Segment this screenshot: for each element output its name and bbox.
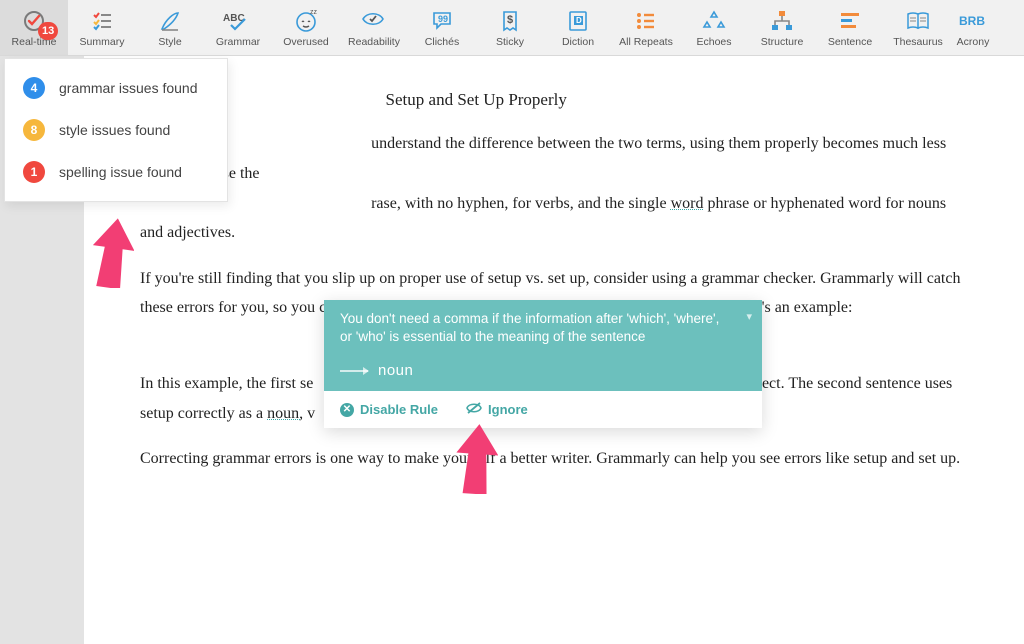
dropdown-item-grammar[interactable]: 4 grammar issues found bbox=[5, 67, 227, 109]
list-icon bbox=[634, 8, 658, 34]
annotation-arrow-icon bbox=[92, 218, 134, 293]
grammar-suggestion-popover: You don't need a comma if the informatio… bbox=[324, 300, 762, 428]
tool-label: Structure bbox=[761, 36, 804, 48]
tool-label: Grammar bbox=[216, 36, 260, 48]
dropdown-item-label: style issues found bbox=[59, 122, 170, 138]
paragraph: Correcting grammar errors is one way to … bbox=[140, 444, 968, 474]
count-badge: 1 bbox=[23, 161, 45, 183]
tool-label: Overused bbox=[283, 36, 329, 48]
tool-sticky[interactable]: $ Sticky bbox=[476, 0, 544, 55]
hierarchy-icon bbox=[770, 8, 794, 34]
paragraph: XXXXXXXXXXXXXXXXXXXXunderstand the diffe… bbox=[140, 129, 968, 247]
brb-icon: BRB bbox=[959, 8, 987, 34]
recycle-icon bbox=[702, 8, 726, 34]
abc-check-icon: ABC bbox=[223, 8, 253, 34]
tool-label: All Repeats bbox=[619, 36, 673, 48]
chevron-down-icon[interactable]: ▾ bbox=[746, 310, 752, 325]
tool-acronym[interactable]: BRB Acrony bbox=[952, 0, 994, 55]
tool-label: Clichés bbox=[425, 36, 459, 48]
dropdown-item-label: spelling issue found bbox=[59, 164, 182, 180]
tool-label: Acrony bbox=[957, 36, 990, 48]
tool-overused[interactable]: zz Overused bbox=[272, 0, 340, 55]
underlined-word[interactable]: word bbox=[671, 195, 704, 212]
tool-cliches[interactable]: 99 Clichés bbox=[408, 0, 476, 55]
tool-thesaurus[interactable]: Thesaurus bbox=[884, 0, 952, 55]
suggestion-actions: ✕ Disable Rule Ignore bbox=[324, 391, 762, 428]
svg-text:zz: zz bbox=[310, 9, 318, 16]
tool-label: Thesaurus bbox=[893, 36, 943, 48]
tool-realtime[interactable]: Real-time 13 bbox=[0, 0, 68, 55]
tool-diction[interactable]: D Diction bbox=[544, 0, 612, 55]
realtime-dropdown: 4 grammar issues found 8 style issues fo… bbox=[4, 58, 228, 202]
suggestion-replacement[interactable]: noun bbox=[324, 356, 762, 391]
ignore-button[interactable]: Ignore bbox=[466, 401, 528, 418]
svg-text:BRB: BRB bbox=[959, 14, 985, 28]
dropdown-item-style[interactable]: 8 style issues found bbox=[5, 109, 227, 151]
count-badge: 8 bbox=[23, 119, 45, 141]
underlined-word[interactable]: noun, bbox=[267, 405, 303, 422]
eye-check-icon bbox=[361, 8, 387, 34]
toolbar: Real-time 13 Summary Style ABC Grammar z… bbox=[0, 0, 1024, 56]
speech-bubble-icon: 99 bbox=[430, 8, 454, 34]
tool-label: Echoes bbox=[696, 36, 731, 48]
open-book-icon bbox=[905, 8, 931, 34]
tool-label: Diction bbox=[562, 36, 594, 48]
tool-label: Style bbox=[158, 36, 181, 48]
tool-label: Readability bbox=[348, 36, 400, 48]
tool-readability[interactable]: Readability bbox=[340, 0, 408, 55]
disable-rule-button[interactable]: ✕ Disable Rule bbox=[340, 401, 438, 418]
bars-icon bbox=[838, 8, 862, 34]
svg-text:99: 99 bbox=[438, 14, 448, 24]
tool-sentence[interactable]: Sentence bbox=[816, 0, 884, 55]
sleepy-face-icon: zz bbox=[294, 8, 318, 34]
tool-label: Sticky bbox=[496, 36, 524, 48]
dropdown-item-spelling[interactable]: 1 spelling issue found bbox=[5, 151, 227, 193]
arrow-right-icon bbox=[340, 370, 368, 372]
section-heading: XXXXXXXXXXXXXXXXXXXXSetup and Set Up Pro… bbox=[140, 84, 968, 115]
checklist-icon bbox=[90, 8, 114, 34]
svg-text:D: D bbox=[576, 16, 582, 25]
tool-label: Sentence bbox=[828, 36, 872, 48]
eye-off-icon bbox=[466, 401, 482, 418]
tool-allrepeats[interactable]: All Repeats bbox=[612, 0, 680, 55]
tool-label: Summary bbox=[80, 36, 125, 48]
count-badge: 4 bbox=[23, 77, 45, 99]
close-circle-icon: ✕ bbox=[340, 403, 354, 417]
realtime-badge: 13 bbox=[38, 22, 58, 40]
tool-style[interactable]: Style bbox=[136, 0, 204, 55]
svg-text:$: $ bbox=[507, 14, 513, 26]
tool-summary[interactable]: Summary bbox=[68, 0, 136, 55]
dictionary-icon: D bbox=[566, 8, 590, 34]
dropdown-item-label: grammar issues found bbox=[59, 80, 198, 96]
dollar-note-icon: $ bbox=[498, 8, 522, 34]
suggestion-message[interactable]: You don't need a comma if the informatio… bbox=[324, 300, 762, 356]
tool-structure[interactable]: Structure bbox=[748, 0, 816, 55]
tool-echoes[interactable]: Echoes bbox=[680, 0, 748, 55]
annotation-arrow-icon bbox=[456, 424, 498, 499]
tool-grammar[interactable]: ABC Grammar bbox=[204, 0, 272, 55]
quill-icon bbox=[158, 8, 182, 34]
